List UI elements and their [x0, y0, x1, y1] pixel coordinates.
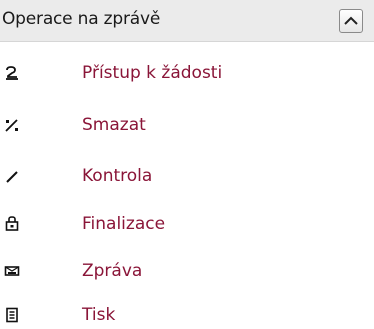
- user-access-icon: [6, 66, 18, 80]
- panel-title: Operace na zprávě: [2, 9, 161, 29]
- delete-icon: [5, 119, 18, 132]
- menu-item-request-access[interactable]: Přístup k žádosti: [0, 51, 374, 98]
- menu-item-label: Tisk: [82, 305, 116, 325]
- message-operations-panel: Operace na zprávě Přístup k žádosti Smaz…: [0, 0, 374, 329]
- collapse-button[interactable]: [339, 9, 363, 33]
- menu-item-label: Kontrola: [82, 166, 153, 186]
- print-icon: [6, 307, 18, 323]
- menu-item-label: Přístup k žádosti: [82, 63, 223, 83]
- panel-header: Operace na zprávě: [0, 0, 374, 42]
- check-icon: [6, 171, 18, 183]
- message-icon: [4, 266, 20, 276]
- chevron-up-icon: [344, 16, 358, 25]
- menu-item-label: Smazat: [82, 115, 146, 135]
- menu-item-print[interactable]: Tisk: [0, 293, 374, 329]
- menu-item-delete[interactable]: Smazat: [0, 103, 374, 150]
- menu-item-label: Finalizace: [82, 214, 166, 234]
- lock-icon: [5, 216, 19, 231]
- menu-item-message[interactable]: Zpráva: [0, 249, 374, 296]
- menu-item-check[interactable]: Kontrola: [0, 154, 374, 201]
- menu-item-finalize[interactable]: Finalizace: [0, 202, 374, 249]
- menu-item-label: Zpráva: [82, 261, 143, 281]
